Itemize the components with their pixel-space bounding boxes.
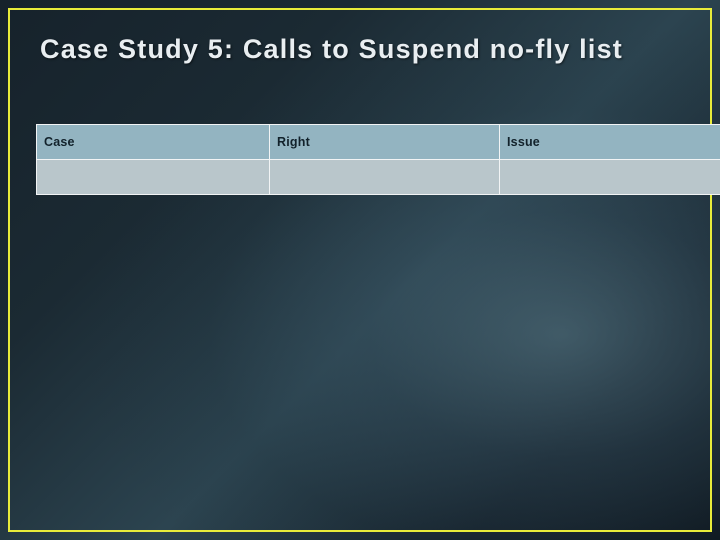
- table-header-issue: Issue: [499, 124, 720, 160]
- table-header-case: Case: [36, 124, 270, 160]
- table-header-row: Case Right Issue: [36, 124, 720, 160]
- table-cell-right: [269, 159, 500, 195]
- table-cell-case: [36, 159, 270, 195]
- table-header: Case Right Issue: [36, 124, 720, 160]
- table-body: [36, 159, 720, 195]
- case-table-container: Case Right Issue: [36, 124, 720, 195]
- page-title: Case Study 5: Calls to Suspend no-fly li…: [40, 34, 623, 64]
- table-header-right: Right: [269, 124, 500, 160]
- table-row: [36, 159, 720, 195]
- case-table: Case Right Issue: [36, 124, 720, 195]
- table-cell-issue: [499, 159, 720, 195]
- slide: Case Study 5: Calls to Suspend no-fly li…: [0, 0, 720, 540]
- slide-border: [8, 8, 712, 532]
